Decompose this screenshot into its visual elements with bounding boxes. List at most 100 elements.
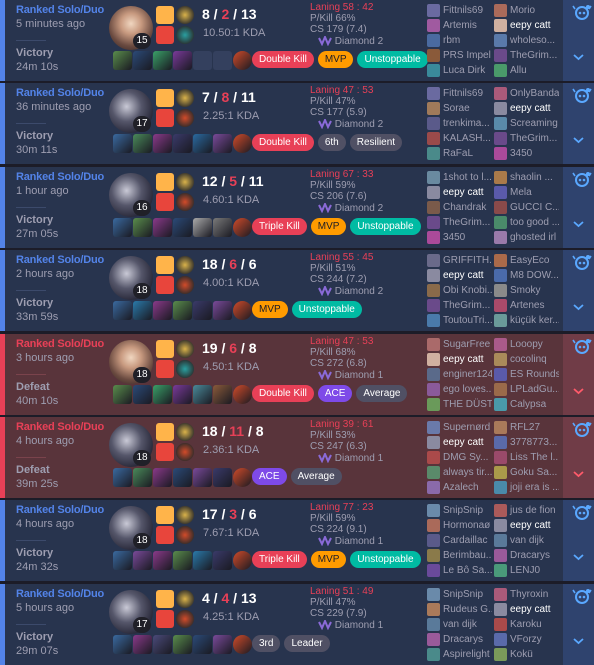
player-name[interactable]: jus de fion <box>510 505 556 516</box>
player-row[interactable]: van dijk <box>494 533 559 548</box>
summoner-spell-ignite-icon[interactable] <box>156 193 174 211</box>
item-icon[interactable] <box>213 551 232 570</box>
player-row-self[interactable]: eepy catt <box>427 435 492 450</box>
player-name[interactable]: Karoku <box>510 619 542 630</box>
player-row[interactable]: van dijk <box>427 617 492 632</box>
match-card[interactable]: Ranked Solo/Duo 2 hours ago Victory 33m … <box>0 250 594 331</box>
player-row[interactable]: Aspirelight <box>427 647 492 662</box>
player-row[interactable]: Dracarys <box>427 632 492 647</box>
expand-chevron-down-icon[interactable] <box>572 219 585 229</box>
keystone-rune-icon[interactable] <box>176 173 194 191</box>
item-icon[interactable] <box>133 551 152 570</box>
player-row[interactable]: cocolinq <box>494 352 559 367</box>
player-name[interactable]: Aspirelight <box>443 649 490 660</box>
item-icon[interactable] <box>173 635 192 654</box>
player-name[interactable]: SnipSnip <box>443 505 483 516</box>
player-row[interactable]: SnipSnip <box>427 503 492 518</box>
player-name[interactable]: GUCCI C... <box>510 202 559 213</box>
item-icon[interactable] <box>133 51 152 70</box>
player-row-self[interactable]: eepy catt <box>494 18 559 33</box>
ai-analysis-icon[interactable] <box>572 170 592 188</box>
expand-chevron-down-icon[interactable] <box>572 135 585 145</box>
player-name[interactable]: RaFaL <box>443 148 473 159</box>
ai-analysis-icon[interactable] <box>572 337 592 355</box>
player-row[interactable]: Dracarys <box>494 548 559 563</box>
player-row[interactable]: Supernørd <box>427 420 492 435</box>
expand-chevron-down-icon[interactable] <box>572 52 585 62</box>
secondary-rune-icon[interactable] <box>176 360 194 378</box>
expand-chevron-down-icon[interactable] <box>572 636 585 646</box>
item-icon[interactable] <box>113 385 132 404</box>
player-name[interactable]: Le Bô Sa... <box>443 565 492 576</box>
player-name[interactable]: eepy catt <box>510 520 551 531</box>
player-name[interactable]: eepy catt <box>510 604 551 615</box>
keystone-rune-icon[interactable] <box>176 423 194 441</box>
player-row[interactable]: RaFaL <box>427 146 492 161</box>
player-name[interactable]: Smoky <box>510 285 541 296</box>
player-row[interactable]: 3778773... <box>494 435 559 450</box>
player-name[interactable]: Calypsa <box>510 399 546 410</box>
player-name[interactable]: DMG Sy... <box>443 452 488 463</box>
player-name[interactable]: Artemis <box>443 20 477 31</box>
player-name[interactable]: eepy catt <box>510 20 551 31</box>
player-name[interactable]: Berimbau... <box>443 550 492 561</box>
match-card[interactable]: Ranked Solo/Duo 3 hours ago Defeat 40m 1… <box>0 334 594 415</box>
player-name[interactable]: OnlyBanda <box>510 88 559 99</box>
match-card[interactable]: Ranked Solo/Duo 5 hours ago Victory 29m … <box>0 584 594 665</box>
player-row[interactable]: Sorae <box>427 101 492 116</box>
item-icon[interactable] <box>213 385 232 404</box>
trinket-icon[interactable] <box>233 134 252 153</box>
player-name[interactable]: Fittnils69 <box>443 5 483 16</box>
player-row[interactable]: RFL27 <box>494 420 559 435</box>
player-row[interactable]: Kokü <box>494 647 559 662</box>
summoner-spell-flash-icon[interactable] <box>156 6 174 24</box>
player-row[interactable]: Fittnils69 <box>427 86 492 101</box>
player-row[interactable]: KALASH... <box>427 131 492 146</box>
player-row[interactable]: DMG Sy... <box>427 450 492 465</box>
summoner-spell-ignite-icon[interactable] <box>156 526 174 544</box>
player-name[interactable]: M8 DOW... <box>510 270 559 281</box>
player-name[interactable]: 3778773... <box>510 437 557 448</box>
summoner-spell-flash-icon[interactable] <box>156 89 174 107</box>
summoner-spell-flash-icon[interactable] <box>156 590 174 608</box>
item-icon[interactable] <box>153 134 172 153</box>
item-icon[interactable] <box>113 551 132 570</box>
player-row[interactable]: LPLadGu... <box>494 382 559 397</box>
item-icon[interactable] <box>173 134 192 153</box>
item-icon[interactable] <box>213 134 232 153</box>
player-row[interactable]: Mela <box>494 185 559 200</box>
player-row[interactable]: Obi Knobi... <box>427 283 492 298</box>
player-name[interactable]: Screaming <box>510 118 558 129</box>
player-name[interactable]: ES Rounds <box>510 369 559 380</box>
player-row[interactable]: EasyEco <box>494 253 559 268</box>
summoner-spell-ignite-icon[interactable] <box>156 26 174 44</box>
player-name[interactable]: TheGrim... <box>443 217 490 228</box>
player-row[interactable]: Thyroxin <box>494 587 559 602</box>
player-name[interactable]: Cardaillac <box>443 535 487 546</box>
player-name[interactable]: 3450 <box>443 232 465 243</box>
secondary-rune-icon[interactable] <box>176 193 194 211</box>
player-name[interactable]: eepy catt <box>443 437 484 448</box>
player-name[interactable]: SugarFree <box>443 339 490 350</box>
player-name[interactable]: VForzy <box>510 634 542 645</box>
player-row[interactable]: ES Rounds <box>494 367 559 382</box>
player-row[interactable]: ToutouTri... <box>427 313 492 328</box>
item-icon[interactable] <box>193 468 212 487</box>
player-row[interactable]: SnipSnip <box>427 587 492 602</box>
player-name[interactable]: Dracarys <box>443 634 483 645</box>
player-row[interactable]: 3450 <box>494 146 559 161</box>
player-row[interactable]: trenkima... <box>427 116 492 131</box>
secondary-rune-icon[interactable] <box>176 443 194 461</box>
player-row[interactable]: ghosted irl <box>494 230 559 245</box>
player-row[interactable]: Screaming <box>494 116 559 131</box>
player-row[interactable]: Calypsa <box>494 397 559 412</box>
player-name[interactable]: TheGrim... <box>443 300 490 311</box>
player-name[interactable]: enginer124 <box>443 369 492 380</box>
secondary-rune-icon[interactable] <box>176 526 194 544</box>
player-name[interactable]: shaolin ... <box>510 172 553 183</box>
keystone-rune-icon[interactable] <box>176 340 194 358</box>
player-name[interactable]: ghosted irl <box>510 232 556 243</box>
player-name[interactable]: Morio <box>510 5 535 16</box>
player-row-self[interactable]: eepy catt <box>427 352 492 367</box>
player-name[interactable]: Dracarys <box>510 550 550 561</box>
